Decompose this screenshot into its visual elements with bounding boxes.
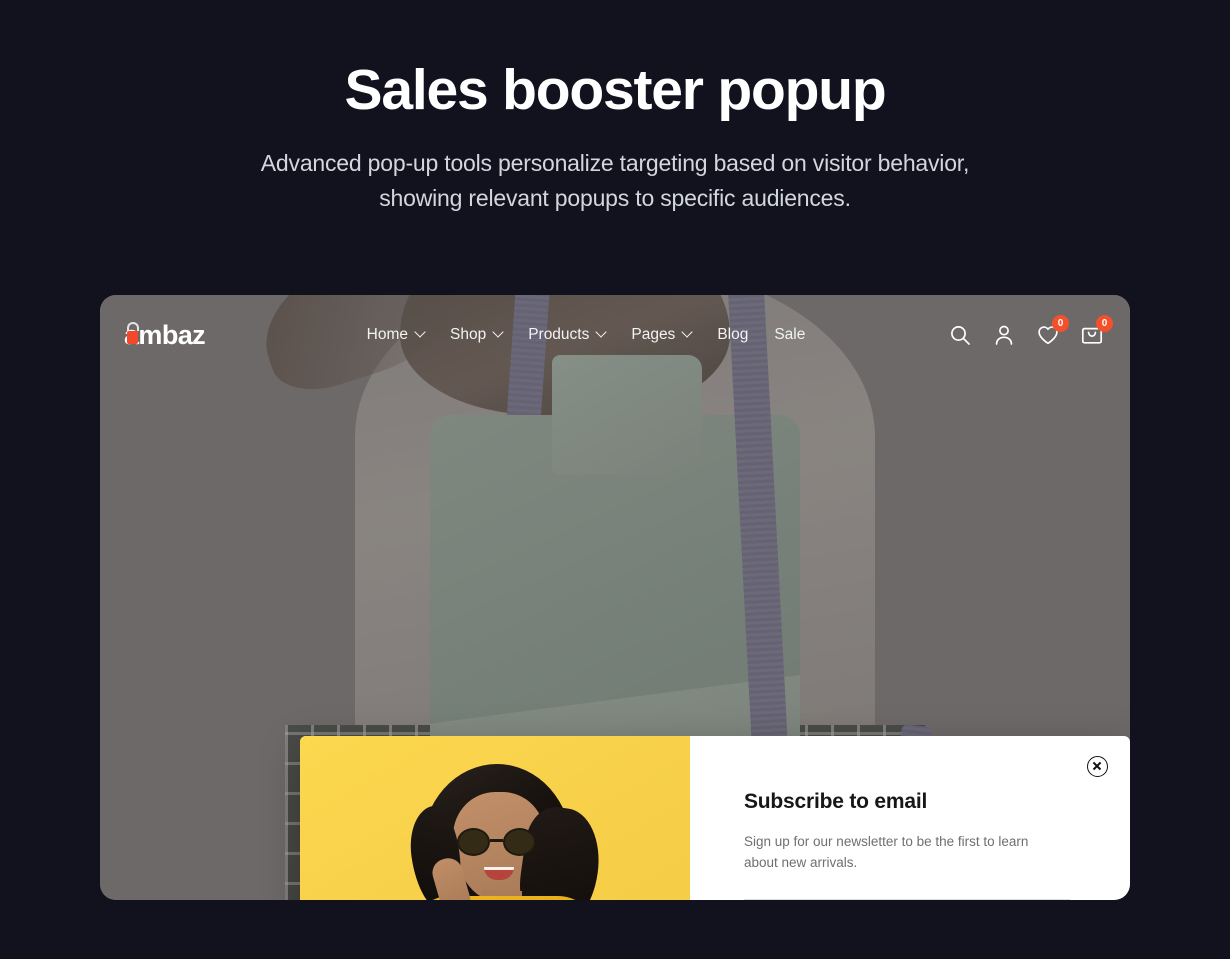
shop-preview-frame: ambaz Home Shop Products Pages Blog Sale… <box>100 295 1130 900</box>
chevron-down-icon <box>414 326 426 338</box>
wishlist-count-badge: 0 <box>1052 315 1069 332</box>
nav-item-blog[interactable]: Blog <box>717 326 748 344</box>
brand-logo[interactable]: ambaz <box>124 320 214 350</box>
subscribe-form: Subscribe <box>744 899 1070 900</box>
page-root: Sales booster popup Advanced pop-up tool… <box>0 0 1230 959</box>
close-icon[interactable] <box>1087 756 1108 777</box>
popup-content-panel: Subscribe to email Sign up for our newsl… <box>690 736 1130 900</box>
chevron-down-icon <box>492 326 504 338</box>
page-title: Sales booster popup <box>344 58 887 122</box>
model-sunglasses-shape <box>455 828 545 856</box>
sunglasses-bridge <box>490 839 503 842</box>
search-icon[interactable] <box>948 323 972 347</box>
nav-item-label: Shop <box>449 326 487 343</box>
cart-icon[interactable]: 0 <box>1080 315 1113 347</box>
nav-item-pages[interactable]: Pages <box>631 326 693 344</box>
logo-bag-accent-icon <box>127 331 138 344</box>
chevron-down-icon <box>681 326 693 338</box>
logo-bag-handle-icon <box>127 322 139 331</box>
nav-item-products[interactable]: Products <box>528 326 608 344</box>
subscribe-popup-modal: Subscribe to email Sign up for our newsl… <box>300 736 1130 900</box>
nav-item-label: Products <box>528 326 590 343</box>
popup-title: Subscribe to email <box>744 790 928 813</box>
header-icon-group: 0 0 <box>948 315 1113 347</box>
sunglasses-lens-right <box>503 828 536 856</box>
nav-item-label: Blog <box>717 326 749 343</box>
shop-header: ambaz Home Shop Products Pages Blog Sale… <box>100 295 1130 375</box>
main-navigation: Home Shop Products Pages Blog Sale <box>224 326 948 344</box>
sunglasses-lens-left <box>457 828 490 856</box>
cart-count-badge: 0 <box>1096 315 1113 332</box>
hero-heading-block: Sales booster popup Advanced pop-up tool… <box>0 0 1230 217</box>
popup-hero-image <box>300 736 690 900</box>
nav-item-label: Sale <box>774 326 806 343</box>
popup-description: Sign up for our newsletter to be the fir… <box>744 834 1029 870</box>
nav-item-label: Pages <box>631 326 676 343</box>
user-icon[interactable] <box>992 323 1016 347</box>
nav-item-shop[interactable]: Shop <box>449 326 504 344</box>
nav-item-sale[interactable]: Sale <box>774 326 805 344</box>
nav-item-home[interactable]: Home <box>366 326 426 344</box>
chevron-down-icon <box>595 326 608 338</box>
wishlist-icon[interactable]: 0 <box>1036 315 1069 347</box>
nav-item-label: Home <box>366 326 408 343</box>
page-subtitle: Advanced pop-up tools personalize target… <box>260 149 970 212</box>
